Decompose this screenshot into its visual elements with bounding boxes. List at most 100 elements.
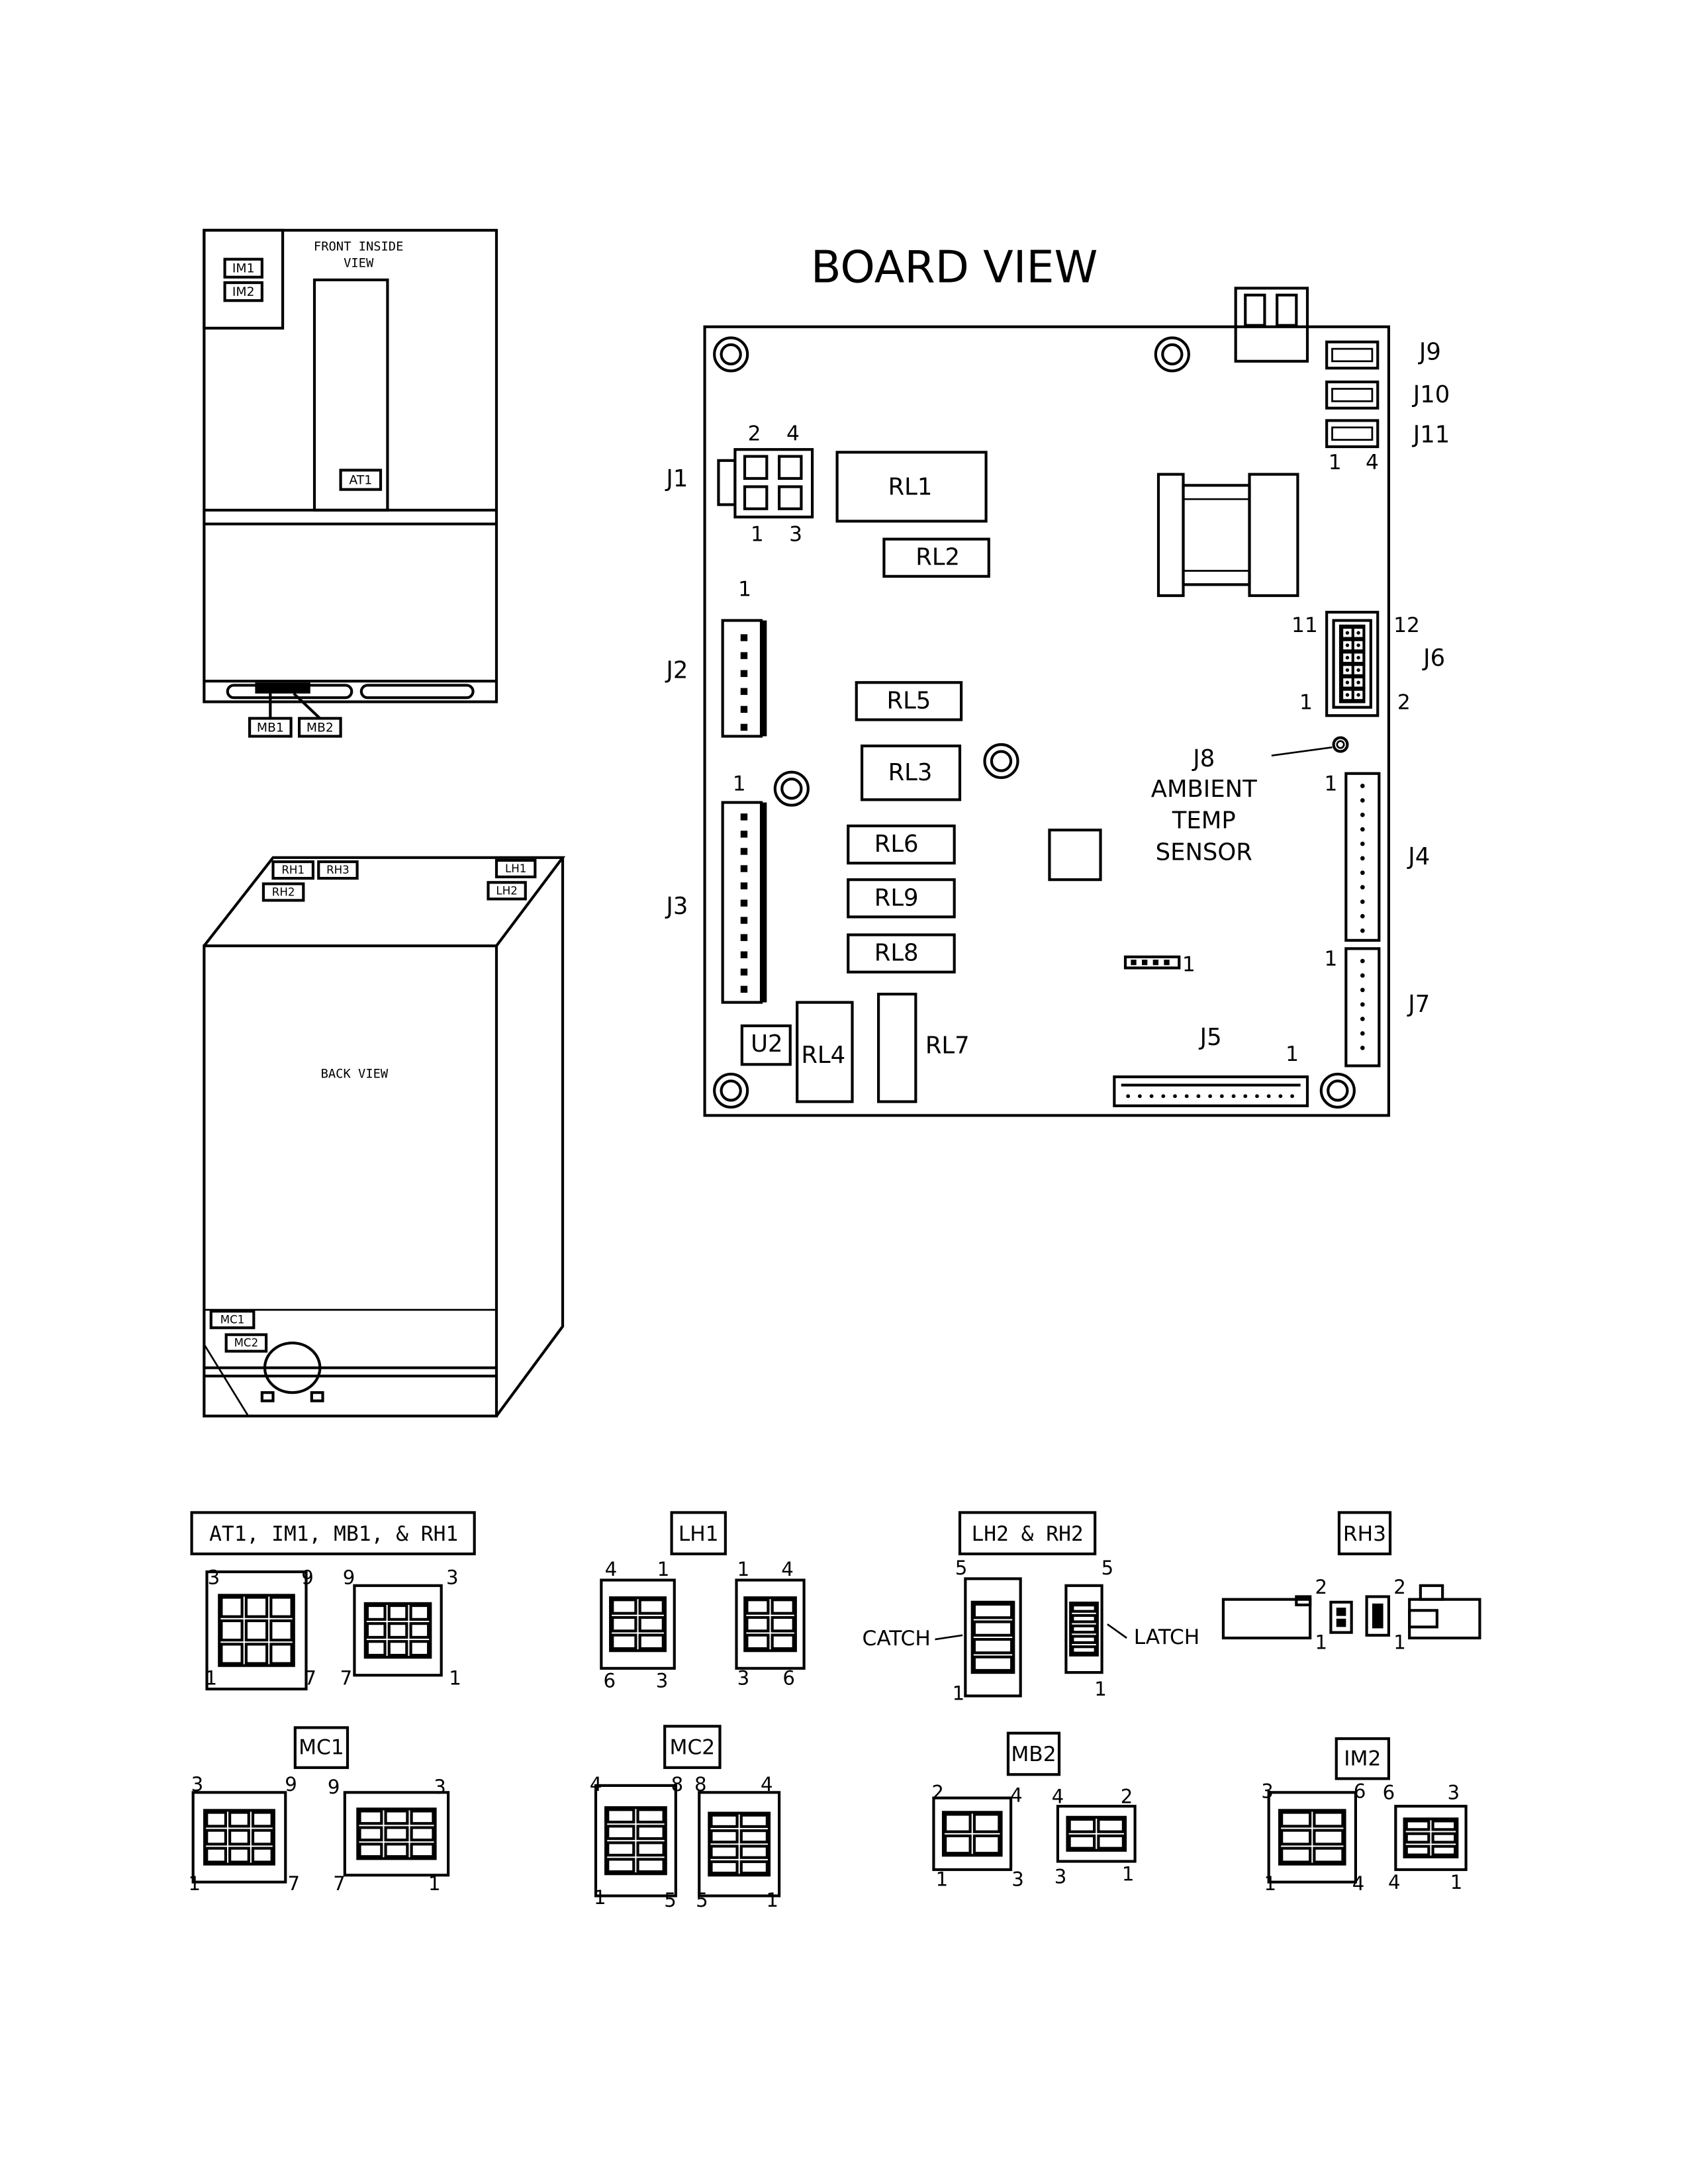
- catch-label: CATCH: [863, 1627, 931, 1651]
- pin-number: 3: [1055, 1866, 1067, 1888]
- connector-legend: AT1, IM1, MB1, & RH1 LH1 LH2 & RH2 RH3 M…: [188, 1511, 1481, 1911]
- pin-number: 9: [285, 1773, 297, 1796]
- pin-number: 3: [1011, 1868, 1024, 1891]
- relay-rl4: RL4: [801, 1042, 845, 1069]
- header-connector: [1325, 419, 1380, 449]
- pin-number: 1: [751, 522, 764, 546]
- pin-number: 1: [594, 1886, 606, 1909]
- front-view-title: FRONT INSIDE: [314, 240, 403, 253]
- pin-number: 4: [781, 1558, 794, 1580]
- pin-number: 1: [1094, 1678, 1107, 1700]
- pin-number: 3: [191, 1773, 204, 1796]
- connector-housing: [964, 1577, 1022, 1698]
- connector-housing: [932, 1796, 1013, 1872]
- mounting-hole: [1154, 336, 1190, 373]
- pin-number: 3: [1261, 1780, 1274, 1802]
- pin-number: 8: [694, 1773, 707, 1796]
- pin-number: 1: [657, 1558, 670, 1580]
- pin-number: 5: [955, 1557, 968, 1579]
- connector-housing: [698, 1791, 781, 1897]
- j8-desc-2: TEMP: [1172, 807, 1236, 835]
- pin-number: 4: [1352, 1872, 1365, 1895]
- label-lh2: LH2: [496, 884, 517, 897]
- back-view-title: BACK VIEW: [321, 1067, 389, 1081]
- connector-housing: [1267, 1791, 1357, 1884]
- pin-number: 1: [936, 1868, 949, 1891]
- pin-number: 1: [1299, 691, 1313, 715]
- pin-number: 9: [343, 1566, 355, 1588]
- connector-j11: J11: [1412, 421, 1450, 448]
- pin-number: 1: [953, 1682, 965, 1704]
- front-view-title-2: VIEW: [344, 256, 374, 270]
- pin-number: 1: [1264, 1872, 1276, 1895]
- board-view-title: BOARD VIEW: [811, 241, 1098, 293]
- pin-number: 8: [671, 1773, 684, 1796]
- header-connector: [1325, 381, 1380, 410]
- pin-number: 1: [1324, 772, 1337, 796]
- pin-number: 9: [328, 1776, 340, 1798]
- label-im2: IM2: [232, 285, 255, 299]
- label-mc1: MC1: [220, 1313, 245, 1326]
- pin-number: 5: [664, 1889, 677, 1911]
- pin-number: 7: [287, 1872, 300, 1895]
- pin-number: 1: [449, 1667, 461, 1690]
- connector-j6: J6: [1422, 645, 1445, 672]
- front-inside-view: FRONT INSIDE VIEW IM1 IM2 AT1 MB1 MB2: [203, 228, 498, 738]
- pin-number: 3: [446, 1566, 459, 1588]
- pin-number: 1: [1182, 952, 1196, 976]
- connector-j1: J1: [665, 465, 688, 492]
- mounting-hole: [983, 743, 1019, 780]
- connector-housing: [1394, 1805, 1468, 1872]
- j8-desc-1: AMBIENT: [1151, 776, 1257, 803]
- pin-number: 4: [1388, 1871, 1401, 1893]
- pin-number: 2: [1121, 1786, 1133, 1808]
- pin-number: 3: [1448, 1781, 1460, 1803]
- label-rh3: RH3: [326, 864, 350, 876]
- connector-j2: J2: [665, 657, 688, 684]
- mounting-hole: [713, 1072, 749, 1109]
- pin-number: 4: [1010, 1784, 1023, 1807]
- pin-number: 2: [1397, 691, 1411, 715]
- board-view: BOARD VIEW RL1 RL2 RL5 RL3 RL6 RL9 RL8 R…: [665, 241, 1450, 1117]
- chip-u2: U2: [751, 1030, 782, 1058]
- pin-number: 4: [1366, 451, 1379, 475]
- connector-housing: [1056, 1805, 1137, 1863]
- pin-number: 5: [1102, 1557, 1114, 1579]
- pin-number: 4: [1052, 1786, 1064, 1808]
- relay-rl6: RL6: [874, 831, 919, 858]
- pin-number: 2: [931, 1781, 944, 1803]
- pin-number: 5: [696, 1889, 708, 1911]
- back-view: BACK VIEW RH1 RH3 RH2 LH1 LH2 MC1 MC2: [203, 856, 566, 1418]
- connector-housing: [205, 1570, 308, 1691]
- legend-title-mc1: MC1: [299, 1736, 344, 1760]
- j8-label: J8: [1192, 745, 1215, 772]
- label-mc2: MC2: [234, 1337, 259, 1349]
- pin-number: 7: [340, 1667, 353, 1690]
- relay-rl8: RL8: [874, 940, 919, 967]
- legend-title-at1-group: AT1, IM1, MB1, & RH1: [209, 1522, 458, 1546]
- latch-label: LATCH: [1134, 1625, 1200, 1649]
- connector-housing: [191, 1791, 287, 1884]
- pin-number: 3: [656, 1670, 669, 1692]
- pin-number: 2: [748, 422, 761, 445]
- pin-number: 2: [1315, 1576, 1328, 1598]
- legend-title-im2: IM2: [1344, 1747, 1381, 1770]
- pin-number: 1: [1450, 1871, 1463, 1893]
- connector-housing: [600, 1578, 676, 1670]
- legend-title-mb2: MB2: [1011, 1743, 1056, 1766]
- pin-number: 1: [1122, 1862, 1135, 1885]
- pin-number: 1: [1324, 947, 1337, 971]
- pin-number: 1: [737, 1558, 750, 1580]
- mounting-hole: [1319, 1072, 1356, 1109]
- pin-number: 7: [304, 1667, 316, 1690]
- connector-housing: [1064, 1584, 1103, 1674]
- pin-number: 7: [333, 1872, 346, 1895]
- pin-number: 1: [1329, 451, 1342, 475]
- pin-number: 4: [605, 1558, 618, 1580]
- connector-j9: J9: [1418, 338, 1441, 365]
- relay-rl7: RL7: [925, 1032, 970, 1059]
- wiring-diagram: FRONT INSIDE VIEW IM1 IM2 AT1 MB1 MB2 BA…: [188, 228, 1481, 1911]
- pin-number: 1: [766, 1889, 778, 1911]
- pin-number: 3: [434, 1776, 446, 1798]
- pin-number: 1: [205, 1667, 217, 1690]
